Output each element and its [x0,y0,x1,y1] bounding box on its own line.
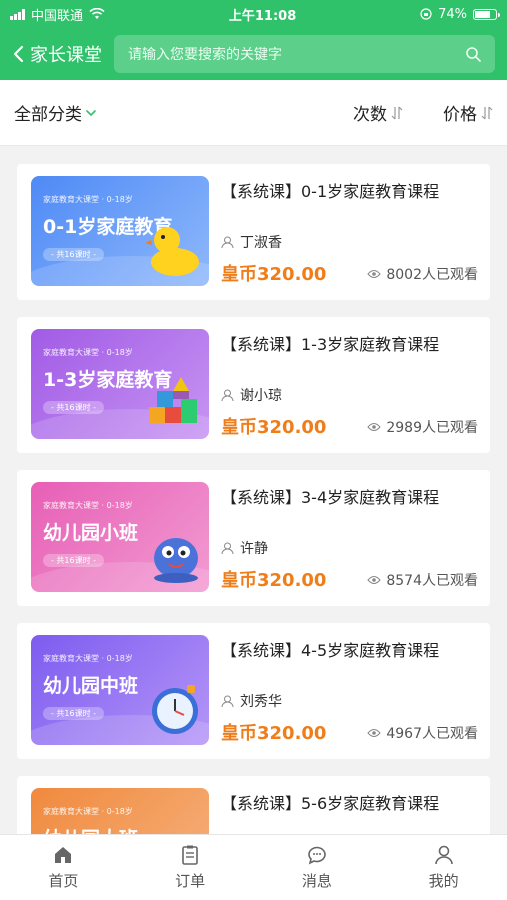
clock-icon [152,685,198,734]
battery-icon [473,8,500,20]
eye-icon [367,270,382,278]
chevron-down-icon [86,109,96,116]
tab-home[interactable]: 首页 [0,835,127,900]
toy-blocks-icon [149,377,197,423]
teacher-name: 许静 [240,541,268,557]
thumbnail-lessons: - 共16课时 - [43,554,105,567]
category-filter-label: 全部分类 [14,105,82,125]
tab-messages[interactable]: 消息 [254,835,381,900]
course-thumbnail: 家庭教育大课堂 · 0-18岁 1-3岁家庭教育 - 共16课时 - [31,329,209,439]
sort-by-times[interactable]: 次数 [353,100,403,125]
thumbnail-lessons: - 共16课时 - [43,707,105,720]
teacher-name: 丁淑香 [240,235,282,251]
thumbnail-title: 幼儿园小班 [43,522,139,544]
eye-icon [367,576,382,584]
filter-bar: 全部分类 次数 价格 [0,80,507,146]
thumbnail-title: 幼儿园大班 [43,824,138,834]
tab-profile[interactable]: 我的 [380,835,507,900]
view-count: 8574人已观看 [386,573,478,589]
tab-label: 订单 [175,872,206,890]
tab-orders[interactable]: 订单 [127,835,254,900]
course-teacher: 刘秀华 [221,691,282,711]
back-button[interactable]: 家长课堂 [12,41,102,67]
page-title: 家长课堂 [30,45,102,66]
course-card[interactable]: 家庭教育大课堂 · 0-18岁 1-3岁家庭教育 - 共16课时 - 【系统课】… [17,317,490,453]
course-price: 皇币320.00 [221,570,327,591]
course-title: 【系统课】4-5岁家庭教育课程 [221,641,440,660]
orientation-lock-icon [420,8,432,20]
chevron-left-icon [13,45,24,63]
sort-by-price[interactable]: 价格 [443,100,493,125]
sort-price-label: 价格 [443,105,477,125]
header: 家长课堂 请输入您要搜索的关键字 [0,28,507,80]
signal-icon [10,8,25,20]
course-title: 【系统课】1-3岁家庭教育课程 [221,335,440,354]
course-card[interactable]: 家庭教育大课堂 · 0-18岁 幼儿园大班 【系统课】5-6岁家庭教育课程 [17,776,490,834]
thumbnail-subtitle: 家庭教育大课堂 · 0-18岁 [43,807,133,816]
profile-icon [434,845,453,865]
course-title: 【系统课】5-6岁家庭教育课程 [221,794,440,813]
thumbnail-lessons: - 共16课时 - [43,248,105,261]
thumbnail-subtitle: 家庭教育大课堂 · 0-18岁 [43,501,133,510]
rubber-duck-icon [145,227,199,276]
view-count: 8002人已观看 [386,267,478,283]
status-bar: 中国联通 上午11:08 74% [0,0,507,28]
course-price: 皇币320.00 [221,723,327,744]
search-icon [466,47,481,62]
teacher-name: 谢小琼 [240,388,282,404]
course-views: 8574人已观看 [367,570,478,590]
order-icon [182,845,198,865]
search-placeholder: 请输入您要搜索的关键字 [128,47,282,63]
view-count: 4967人已观看 [386,726,478,742]
user-icon [221,389,234,401]
blue-monster-toy-icon [154,538,198,583]
eye-icon [367,423,382,431]
carrier-label: 中国联通 [31,8,84,24]
status-time: 上午11:08 [228,8,297,24]
teacher-name: 刘秀华 [240,694,282,710]
course-list[interactable]: 家庭教育大课堂 · 0-18岁 0-1岁家庭教育 - 共16课时 - 【系统课】… [0,146,507,834]
thumbnail-title: 幼儿园中班 [43,675,139,697]
thumbnail-subtitle: 家庭教育大课堂 · 0-18岁 [43,348,133,357]
course-thumbnail: 家庭教育大课堂 · 0-18岁 幼儿园大班 [31,788,209,834]
thumbnail-subtitle: 家庭教育大课堂 · 0-18岁 [43,654,133,663]
thumbnail-lessons: - 共16课时 - [43,401,105,414]
course-views: 8002人已观看 [367,264,478,284]
bottom-tab-bar: 首页 订单 消息 我的 [0,834,507,900]
sort-times-label: 次数 [353,105,387,125]
user-icon [221,695,234,707]
thumbnail-subtitle: 家庭教育大课堂 · 0-18岁 [43,195,133,204]
category-filter[interactable]: 全部分类 [14,100,96,125]
view-count: 2989人已观看 [386,420,478,436]
user-icon [221,236,234,248]
course-views: 4967人已观看 [367,723,478,743]
course-title: 【系统课】0-1岁家庭教育课程 [221,182,440,201]
course-card[interactable]: 家庭教育大课堂 · 0-18岁 0-1岁家庭教育 - 共16课时 - 【系统课】… [17,164,490,300]
sort-icon [391,106,403,119]
message-icon [308,846,326,865]
eye-icon [367,729,382,737]
course-price: 皇币320.00 [221,264,327,285]
tab-label: 我的 [428,872,459,890]
course-thumbnail: 家庭教育大课堂 · 0-18岁 0-1岁家庭教育 - 共16课时 - [31,176,209,286]
course-teacher: 许静 [221,538,268,558]
course-title: 【系统课】3-4岁家庭教育课程 [221,488,440,507]
course-price: 皇币320.00 [221,417,327,438]
top-bar: 中国联通 上午11:08 74% 家长课堂 请输入您要搜索的关键字 [0,0,507,80]
wifi-icon [89,8,105,19]
sort-icon [481,106,493,119]
course-thumbnail: 家庭教育大课堂 · 0-18岁 幼儿园小班 - 共16课时 - [31,482,209,592]
course-card[interactable]: 家庭教育大课堂 · 0-18岁 幼儿园中班 - 共16课时 - 【系统课】4-5… [17,623,490,759]
course-teacher: 谢小琼 [221,385,282,405]
course-card[interactable]: 家庭教育大课堂 · 0-18岁 幼儿园小班 - 共16课时 - 【系统课】3-4… [17,470,490,606]
user-icon [221,542,234,554]
search-input[interactable]: 请输入您要搜索的关键字 [114,35,495,73]
course-thumbnail: 家庭教育大课堂 · 0-18岁 幼儿园中班 - 共16课时 - [31,635,209,745]
course-teacher: 丁淑香 [221,232,282,252]
tab-label: 首页 [48,872,79,890]
battery-percent: 74% [438,6,467,22]
course-views: 2989人已观看 [367,417,478,437]
home-icon [55,847,72,863]
tab-label: 消息 [301,872,332,890]
